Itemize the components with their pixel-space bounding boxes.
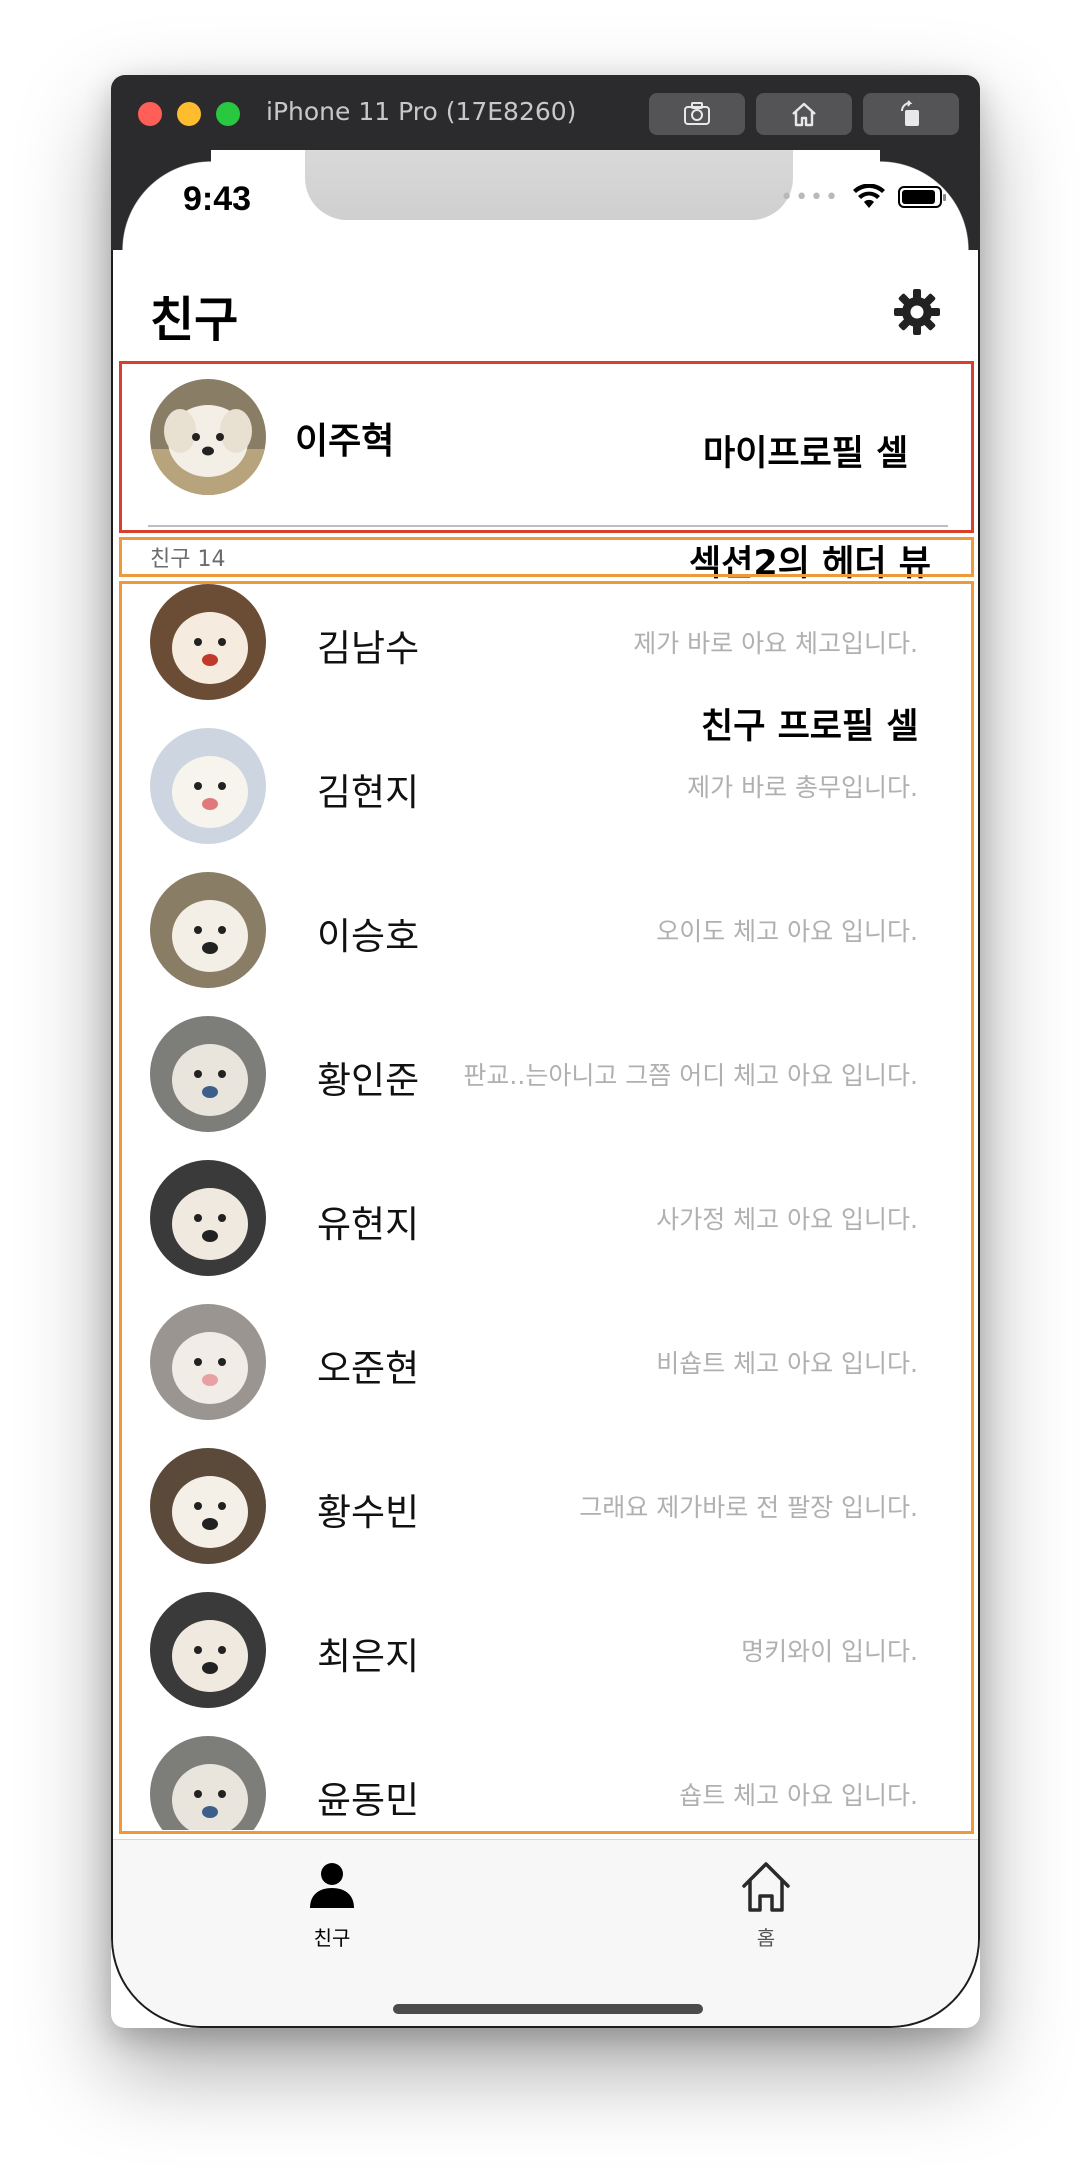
home-indicator: [393, 2004, 703, 2014]
home-button[interactable]: [756, 93, 852, 135]
annotation-box-section-header: [119, 537, 974, 577]
signal-dots: ••••: [780, 184, 840, 210]
tab-bar: 친구 홈: [113, 1839, 978, 2026]
tab-home[interactable]: 홈: [686, 1858, 846, 1951]
home-icon: [792, 102, 816, 127]
phone-screen: 9:43 •••• 친구 이주혁 마이프로필 셀 친구 14 섹션2의 헤더 뷰…: [111, 150, 980, 2028]
person-icon: [310, 1863, 354, 1908]
notch: [305, 150, 793, 220]
simulator-titlebar: iPhone 11 Pro (17E8260): [111, 75, 980, 150]
close-window-button[interactable]: [138, 102, 162, 126]
minimize-window-button[interactable]: [177, 102, 201, 126]
annotation-box-my-profile: [119, 361, 974, 533]
zoom-window-button[interactable]: [216, 102, 240, 126]
status-indicators: ••••: [780, 184, 946, 210]
status-time: 9:43: [183, 180, 252, 218]
battery-icon: [898, 186, 946, 208]
tab-home-label: 홈: [756, 1926, 776, 1950]
annotation-box-friend-cells: [119, 581, 974, 1834]
page-title: 친구: [150, 292, 239, 348]
simulator-title: iPhone 11 Pro (17E8260): [266, 97, 577, 126]
screenshot-icon: [684, 102, 710, 125]
rotate-icon: [901, 100, 919, 126]
gear-icon[interactable]: [892, 287, 942, 337]
wifi-icon: [853, 184, 885, 208]
house-icon: [742, 1862, 790, 1912]
rotate-button[interactable]: [863, 93, 959, 135]
screenshot-button[interactable]: [649, 93, 745, 135]
tab-friends-label: 친구: [313, 1926, 351, 1950]
tab-friends[interactable]: 친구: [252, 1858, 412, 1951]
